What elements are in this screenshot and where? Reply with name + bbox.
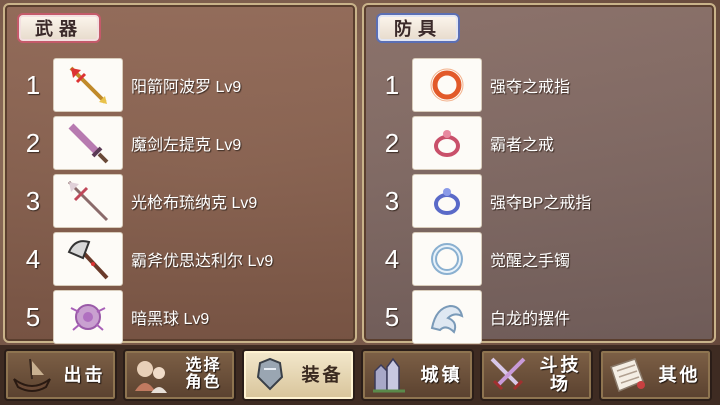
equipment-button[interactable]: 装备 (242, 349, 355, 401)
weapon-name: 阳箭阿波罗 Lv9 (131, 79, 242, 96)
select-label-line1: 选择 (185, 357, 222, 375)
arena-label: 斗技场 (539, 355, 582, 394)
rank-number: 2 (384, 127, 400, 158)
armor-name: 霸者之戒 (490, 137, 555, 154)
weapon-name: 暗黑球 Lv9 (131, 311, 210, 328)
white-dragon-icon (412, 290, 482, 344)
characters-icon (135, 361, 167, 393)
rank-number: 4 (384, 243, 400, 274)
armor-row-4[interactable]: 4 觉醒之手镯 (374, 231, 709, 287)
weapon-row-5[interactable]: 5 暗黑球 Lv9 (15, 289, 350, 345)
weapon-row-4[interactable]: 4 霸斧优思达利尔 Lv9 (15, 231, 350, 287)
red-ring-icon (412, 58, 482, 112)
rank-number: 3 (25, 185, 41, 216)
castle-icon (373, 357, 405, 393)
weapon-name: 魔剑左提克 Lv9 (131, 137, 242, 154)
weapon-row-2[interactable]: 2 魔剑左提克 Lv9 (15, 115, 350, 171)
armor-icon (256, 357, 284, 391)
weapon-row-1[interactable]: 1 阳箭阿波罗 Lv9 (15, 57, 350, 113)
crossed-swords-icon (490, 357, 526, 391)
town-button[interactable]: 城镇 (361, 349, 474, 401)
rank-number: 1 (25, 69, 41, 100)
weapon-row-3[interactable]: 3 光枪布琉纳克 Lv9 (15, 173, 350, 229)
equipment-label: 装备 (301, 364, 344, 385)
select-character-label: 选择 角色 (173, 357, 234, 392)
select-character-button[interactable]: 选择 角色 (123, 349, 236, 401)
sortie-button[interactable]: 出击 (4, 349, 117, 401)
scroll-icon (610, 358, 645, 393)
weapons-panel: 武器 1 阳箭阿波罗 Lv9 2 魔剑左提克 Lv9 3 光枪布琉纳克 Lv9 … (3, 3, 357, 345)
armor-name: 觉醒之手镯 (490, 253, 571, 270)
rank-number: 5 (25, 301, 41, 332)
ship-icon (13, 358, 51, 392)
tab-armor[interactable]: 防具 (376, 13, 460, 43)
armor-panel: 防具 1 强夺之戒指 2 霸者之戒 3 强夺BP之戒指 4 觉醒之手镯 5 白龙… (362, 3, 716, 345)
armor-row-1[interactable]: 1 强夺之戒指 (374, 57, 709, 113)
select-label-line2: 角色 (185, 374, 222, 391)
weapon-name: 霸斧优思达利尔 Lv9 (131, 253, 274, 270)
rank-number: 5 (384, 301, 400, 332)
armor-row-2[interactable]: 2 霸者之戒 (374, 115, 709, 171)
armor-name: 白龙的摆件 (490, 311, 571, 328)
silver-bracelet-icon (412, 232, 482, 286)
arena-button[interactable]: 斗技场 (480, 349, 593, 401)
rank-number: 4 (25, 243, 41, 274)
rank-number: 2 (25, 127, 41, 158)
blue-ring-icon (412, 174, 482, 228)
other-button[interactable]: 其他 (599, 349, 712, 401)
armor-row-3[interactable]: 3 强夺BP之戒指 (374, 173, 709, 229)
tab-weapons[interactable]: 武器 (17, 13, 101, 43)
other-label: 其他 (658, 364, 701, 385)
weapon-name: 光枪布琉纳克 Lv9 (131, 195, 258, 212)
battle-axe-icon (53, 232, 123, 286)
rank-number: 3 (384, 185, 400, 216)
town-label: 城镇 (420, 364, 463, 385)
magic-sword-icon (53, 116, 123, 170)
sortie-label: 出击 (63, 364, 106, 385)
armor-name: 强夺BP之戒指 (490, 195, 592, 212)
rank-number: 1 (384, 69, 400, 100)
pink-ring-icon (412, 116, 482, 170)
dark-orb-icon (53, 290, 123, 344)
armor-row-5[interactable]: 5 白龙的摆件 (374, 289, 709, 345)
light-spear-icon (53, 174, 123, 228)
golden-arrow-icon (53, 58, 123, 112)
armor-name: 强夺之戒指 (490, 79, 571, 96)
